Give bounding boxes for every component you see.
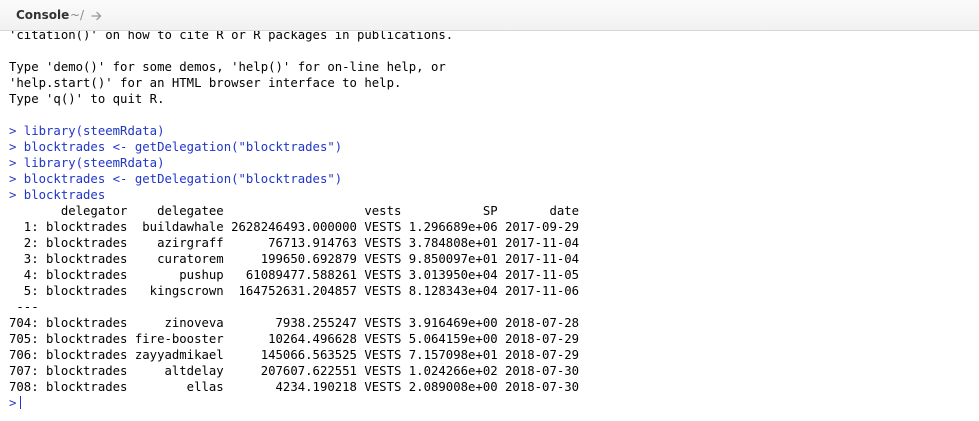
startup-message-line <box>9 43 579 59</box>
console-command-line: > blocktrades <- getDelegation("blocktra… <box>9 140 343 154</box>
startup-message-line: Type 'q()' to quit R. <box>9 92 165 106</box>
table-row: 2: blocktrades azirgraff 76713.914763 VE… <box>9 236 580 250</box>
table-row: 706: blocktrades zayyadmikael 145066.563… <box>9 348 580 362</box>
table-row: 708: blocktrades ellas 4234.190218 VESTS… <box>9 380 580 394</box>
table-row: 4: blocktrades pushup 61089477.588261 VE… <box>9 268 580 282</box>
console-lines: Type 'contributors()' for more informati… <box>9 17 580 411</box>
table-row: 704: blocktrades zinoveva 7938.255247 VE… <box>9 316 580 330</box>
table-row: 705: blocktrades fire-booster 10264.4966… <box>9 332 580 346</box>
startup-message-line <box>9 107 579 123</box>
startup-message-line: Type 'demo()' for some demos, 'help()' f… <box>9 60 446 74</box>
rstudio-console-pane: Type 'contributors()' for more informati… <box>0 0 979 421</box>
table-row: 3: blocktrades curatorem 199650.692879 V… <box>9 252 580 266</box>
console-command-line: > blocktrades <box>9 188 106 202</box>
text-cursor <box>20 396 22 409</box>
console-tab-title[interactable]: Console <box>16 8 69 22</box>
console-command-line: > library(steemRdata) <box>9 156 165 170</box>
console-input-line[interactable]: > <box>9 395 579 411</box>
arrow-right-icon[interactable] <box>90 9 104 23</box>
table-row: 5: blocktrades kingscrown 164752631.2048… <box>9 284 580 298</box>
table-header-row: delegator delegatee vests SP date <box>9 204 580 218</box>
table-row: 707: blocktrades altdelay 207607.622551 … <box>9 364 580 378</box>
console-header: Console ~/ <box>0 0 979 31</box>
console-output-area[interactable]: Type 'contributors()' for more informati… <box>0 17 979 421</box>
startup-message-line: 'help.start()' for an HTML browser inter… <box>9 76 402 90</box>
table-row: 1: blocktrades buildawhale 2628246493.00… <box>9 220 580 234</box>
working-directory-path: ~/ <box>70 8 85 22</box>
console-command-line: > library(steemRdata) <box>9 124 165 138</box>
console-prompt: > <box>9 396 17 410</box>
table-row: --- <box>9 300 39 314</box>
console-command-line: > blocktrades <- getDelegation("blocktra… <box>9 172 343 186</box>
